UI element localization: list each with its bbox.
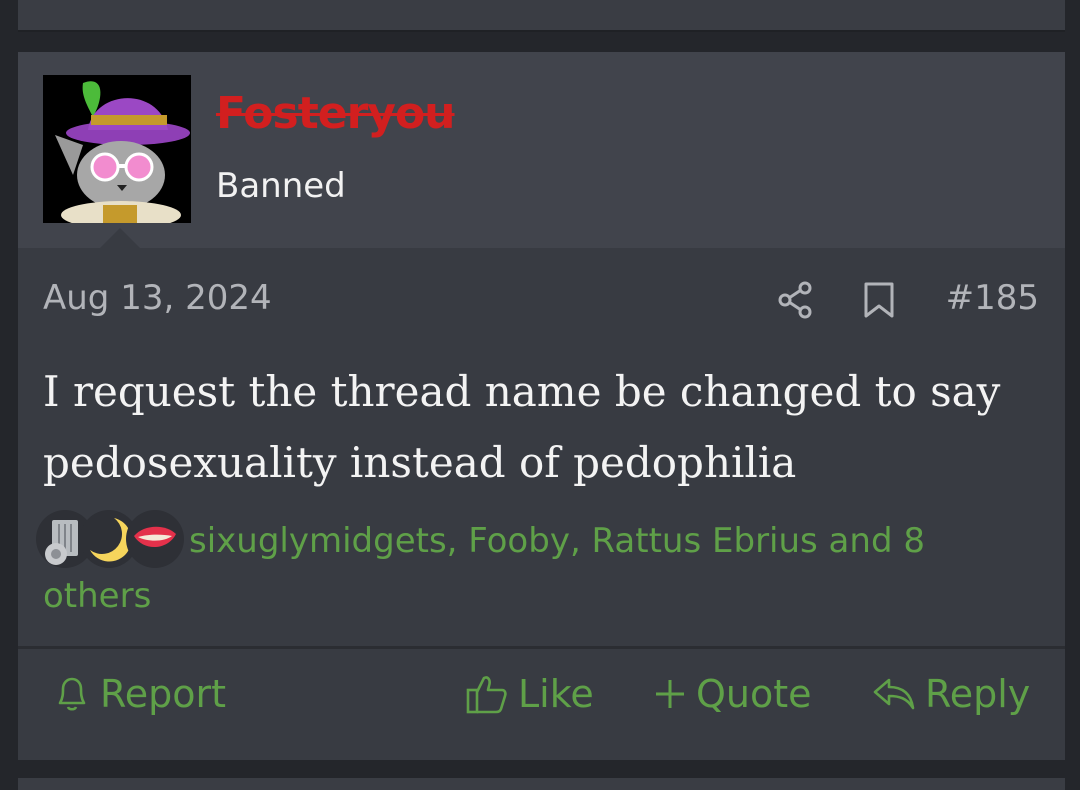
avatar-cat-image [43,75,191,223]
quote-label: Quote [696,672,812,716]
post-user-header: Fosteryou Banned [18,52,1065,248]
user-title: Banned [216,166,346,206]
avatar[interactable] [43,75,191,223]
bookmark-icon[interactable] [862,281,896,319]
reactions-list-link[interactable]: sixuglymidgets, Fooby, Rattus Ebrius and… [43,514,1033,624]
post-footer-divider [18,646,1065,649]
reply-label: Reply [925,672,1031,716]
post-message: I request the thread name be changed to … [43,367,1001,487]
report-button[interactable]: Report [52,666,226,722]
post-card: Fosteryou Banned Aug 13, 2024 #185 I req… [18,52,1065,760]
like-label: Like [518,672,594,716]
plus-icon [656,680,684,708]
quote-button[interactable]: Quote [652,666,812,722]
post-date[interactable]: Aug 13, 2024 [43,278,272,318]
reply-arrow-icon [873,678,915,710]
post-number-link[interactable]: #185 [946,278,1039,318]
like-button[interactable]: Like [464,666,594,722]
thumbs-up-icon [466,676,507,714]
report-label: Report [100,672,226,716]
message-caret [100,228,140,248]
bell-icon [58,677,86,711]
reply-button[interactable]: Reply [871,666,1030,722]
previous-post-footer [18,0,1065,32]
next-post-header [18,778,1065,790]
share-icon[interactable] [775,280,815,320]
username[interactable]: Fosteryou [216,88,455,139]
